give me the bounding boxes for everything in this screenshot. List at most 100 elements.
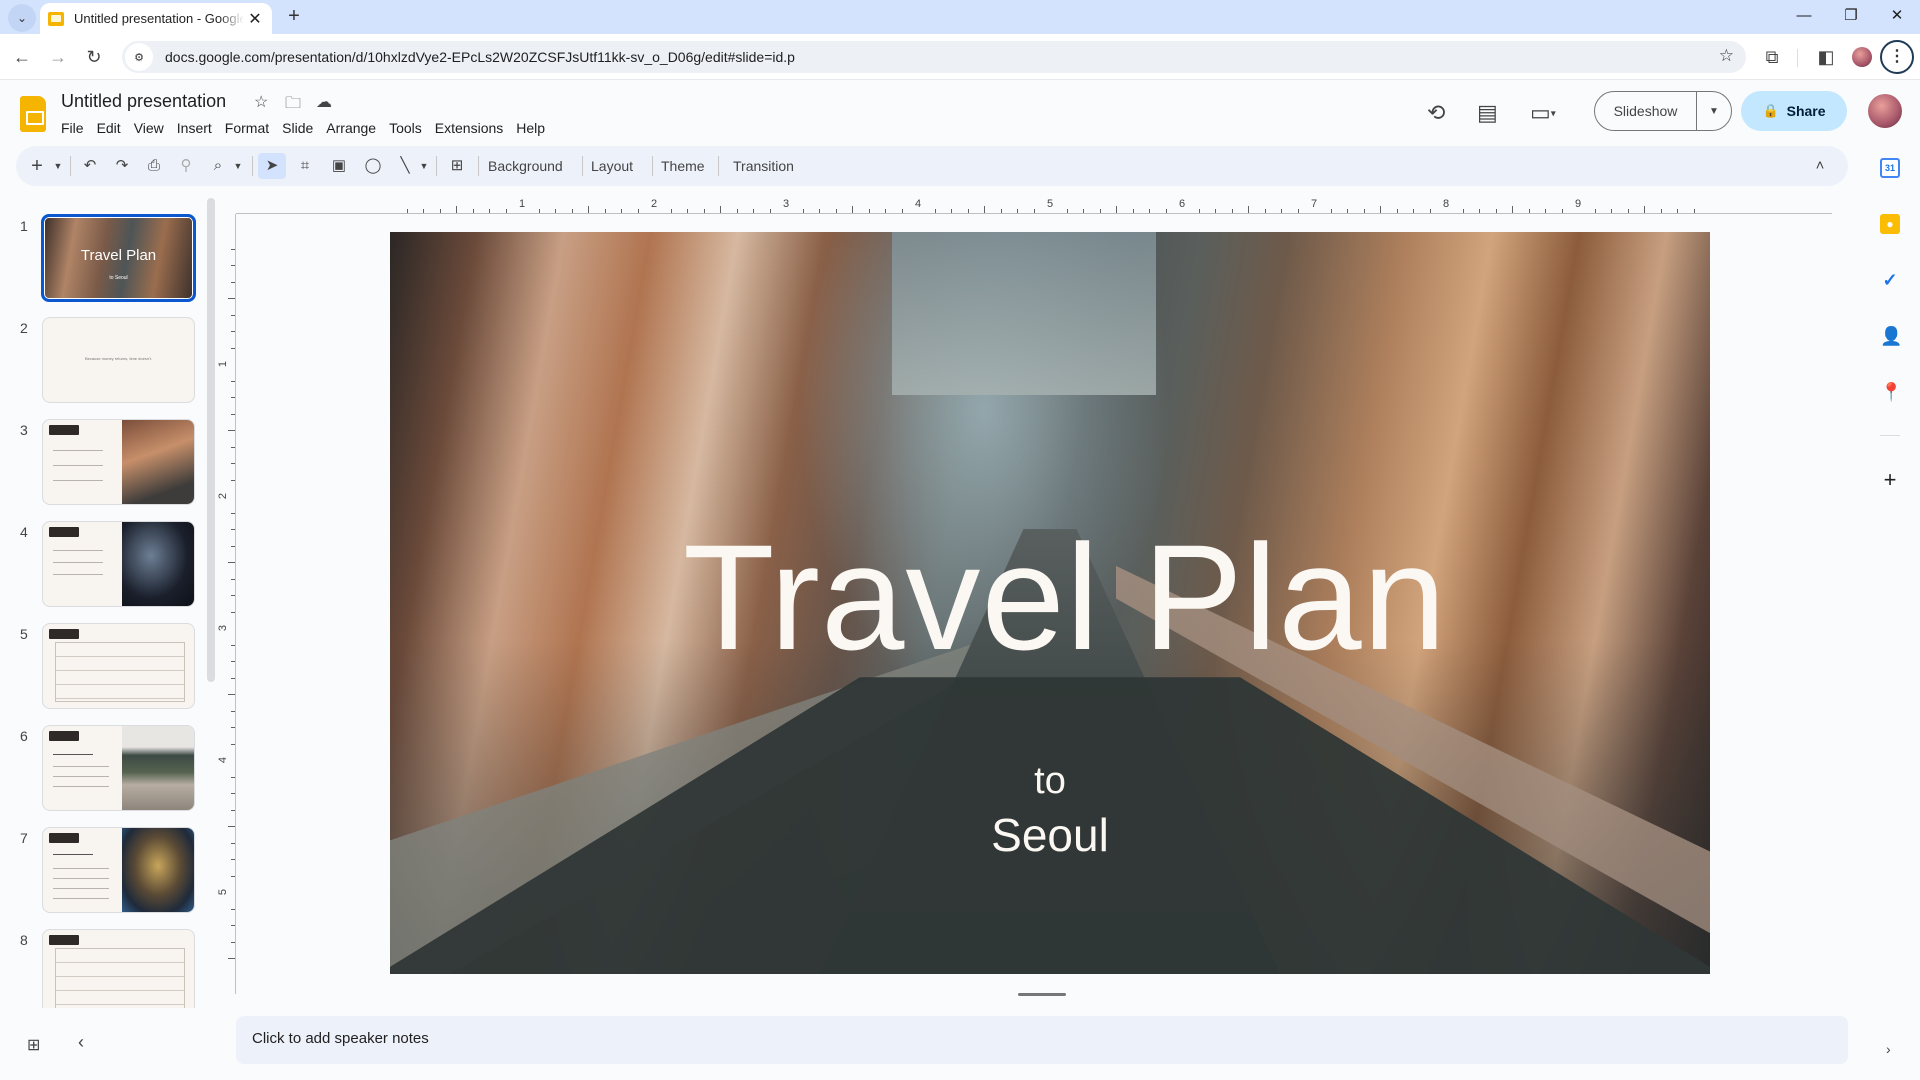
toolbar-divider: [1797, 49, 1798, 67]
line-dropdown-icon[interactable]: ▼: [418, 153, 430, 179]
paint-format-icon[interactable]: ⚲: [174, 153, 198, 179]
calendar-icon[interactable]: 31: [1880, 158, 1900, 178]
editing-toolbar: + ▼ ↶ ↷ ⎙ ⚲ ⌕ ▼ ➤ ⌗ ▣ ◯ ╲ ▼ ⊞ Background…: [16, 146, 1848, 186]
layout-button[interactable]: Layout: [591, 153, 633, 179]
ruler-tick: [637, 209, 639, 213]
tasks-icon[interactable]: ✓: [1880, 270, 1900, 290]
slide-thumbnail-7[interactable]: [42, 827, 195, 913]
menu-help[interactable]: Help: [509, 118, 551, 138]
ruler-tick: [720, 206, 721, 213]
ruler-tick: [231, 661, 235, 662]
text-box-icon[interactable]: ⌗: [292, 153, 318, 179]
slide-thumbnail-3[interactable]: [42, 419, 195, 505]
menu-format[interactable]: Format: [218, 118, 275, 138]
menu-arrange[interactable]: Arrange: [319, 118, 382, 138]
side-panel-divider: [1880, 435, 1900, 436]
profile-avatar[interactable]: [1852, 47, 1872, 67]
account-avatar[interactable]: [1868, 94, 1902, 128]
slide-subtitle-line-1[interactable]: to: [390, 760, 1710, 803]
version-history-icon[interactable]: ⟲: [1427, 100, 1445, 126]
slideshow-dropdown-icon[interactable]: ▼: [1697, 106, 1731, 117]
move-to-folder-icon[interactable]: 🗀: [285, 92, 301, 119]
cloud-saved-icon[interactable]: ☁: [316, 92, 332, 112]
keep-icon[interactable]: ●: [1880, 214, 1900, 234]
redo-icon[interactable]: ↷: [110, 153, 134, 179]
comment-icon[interactable]: ⊞: [444, 153, 470, 179]
ruler-tick: [835, 209, 837, 213]
slide-thumbnail-1[interactable]: Travel Plan to Seoul: [41, 214, 196, 302]
transition-button[interactable]: Transition: [733, 153, 794, 179]
restore-icon[interactable]: ❐: [1831, 4, 1871, 28]
site-info-icon[interactable]: ⚙: [125, 43, 153, 71]
menu-file[interactable]: File: [54, 118, 90, 138]
minimize-icon[interactable]: —: [1784, 4, 1824, 28]
slide-number: 5: [20, 626, 28, 642]
vertical-ruler[interactable]: 1 2 3 4 5: [217, 214, 236, 994]
add-app-button[interactable]: +: [1880, 469, 1900, 491]
menu-view[interactable]: View: [127, 118, 170, 138]
menu-insert[interactable]: Insert: [170, 118, 218, 138]
theme-button[interactable]: Theme: [661, 153, 705, 179]
meet-icon[interactable]: ▭▾: [1530, 100, 1556, 126]
reload-icon[interactable]: ↻: [80, 43, 108, 71]
menu-edit[interactable]: Edit: [90, 118, 127, 138]
background-button[interactable]: Background: [488, 153, 563, 179]
more-vert-icon[interactable]: ⋮: [1880, 40, 1914, 74]
bookmark-star-icon[interactable]: ☆: [1719, 46, 1734, 66]
notes-resize-handle[interactable]: [1018, 993, 1066, 996]
document-title[interactable]: Untitled presentation: [61, 91, 226, 112]
maps-icon[interactable]: 📍: [1880, 382, 1902, 402]
new-tab-button[interactable]: +: [282, 4, 306, 28]
contacts-icon[interactable]: 👤: [1880, 326, 1902, 346]
slide-thumbnail-2[interactable]: Because money returns, time doesn't.: [42, 317, 195, 403]
slideshow-button[interactable]: Slideshow ▼: [1594, 91, 1732, 131]
chevron-up-icon[interactable]: ˄: [1810, 153, 1830, 179]
comments-icon[interactable]: ▤: [1477, 100, 1498, 126]
horizontal-ruler[interactable]: 1 2 3 4 5 6 7 8 9: [236, 198, 1832, 214]
undo-icon[interactable]: ↶: [78, 153, 102, 179]
zoom-icon[interactable]: ⌕: [206, 153, 230, 179]
expand-side-panel-icon[interactable]: ›: [1886, 1041, 1891, 1057]
ruler-tick: [1545, 209, 1546, 213]
filmstrip-scrollbar[interactable]: [207, 198, 215, 682]
slide-canvas[interactable]: Travel Plan to Seoul: [390, 232, 1710, 974]
new-slide-icon[interactable]: +: [28, 153, 46, 179]
address-bar[interactable]: ⚙ docs.google.com/presentation/d/10hxlzd…: [122, 41, 1746, 73]
print-icon[interactable]: ⎙: [142, 153, 166, 179]
slide-thumbnail-4[interactable]: [42, 521, 195, 607]
ruler-tick: [604, 209, 606, 213]
shape-icon[interactable]: ◯: [360, 153, 386, 179]
forward-icon[interactable]: →: [44, 43, 72, 71]
share-button[interactable]: 🔒 Share: [1741, 91, 1847, 131]
url-text[interactable]: docs.google.com/presentation/d/10hxlzdVy…: [165, 49, 795, 65]
star-icon[interactable]: ☆: [254, 92, 268, 112]
close-window-icon[interactable]: ✕: [1877, 4, 1917, 28]
extensions-puzzle-icon[interactable]: ⧉: [1758, 43, 1786, 71]
back-icon[interactable]: ←: [8, 43, 36, 71]
select-icon[interactable]: ➤: [258, 153, 286, 179]
new-slide-dropdown-icon[interactable]: ▼: [52, 153, 64, 179]
slide-thumbnail-5[interactable]: [42, 623, 195, 709]
slide-subtitle-line-2[interactable]: Seoul: [390, 808, 1710, 862]
meet-dropdown-icon[interactable]: ▾: [1551, 109, 1556, 120]
tab-list-button[interactable]: ⌄: [8, 4, 36, 32]
slideshow-label[interactable]: Slideshow: [1595, 92, 1697, 130]
line-icon[interactable]: ╲: [392, 153, 418, 179]
ruler-tick: [456, 206, 457, 213]
menu-extensions[interactable]: Extensions: [428, 118, 509, 138]
slide-thumbnail-8[interactable]: [42, 929, 195, 1008]
image-icon[interactable]: ▣: [326, 153, 352, 179]
menu-slide[interactable]: Slide: [275, 118, 319, 138]
slide-title[interactable]: Travel Plan: [405, 522, 1710, 672]
collapse-filmstrip-icon[interactable]: ‹: [78, 1032, 84, 1053]
thumbnail-tag: [49, 527, 79, 537]
grid-view-icon[interactable]: ⊞: [27, 1035, 40, 1055]
close-tab-icon[interactable]: ✕: [244, 9, 266, 29]
zoom-dropdown-icon[interactable]: ▼: [232, 153, 244, 179]
side-panel-icon[interactable]: ◧: [1812, 43, 1840, 71]
browser-tab[interactable]: Untitled presentation - Google Slides ✕: [40, 3, 272, 34]
speaker-notes[interactable]: Click to add speaker notes: [236, 1016, 1848, 1064]
slide-thumbnail-6[interactable]: [42, 725, 195, 811]
menu-tools[interactable]: Tools: [382, 118, 428, 138]
slides-logo-icon[interactable]: [20, 96, 46, 132]
